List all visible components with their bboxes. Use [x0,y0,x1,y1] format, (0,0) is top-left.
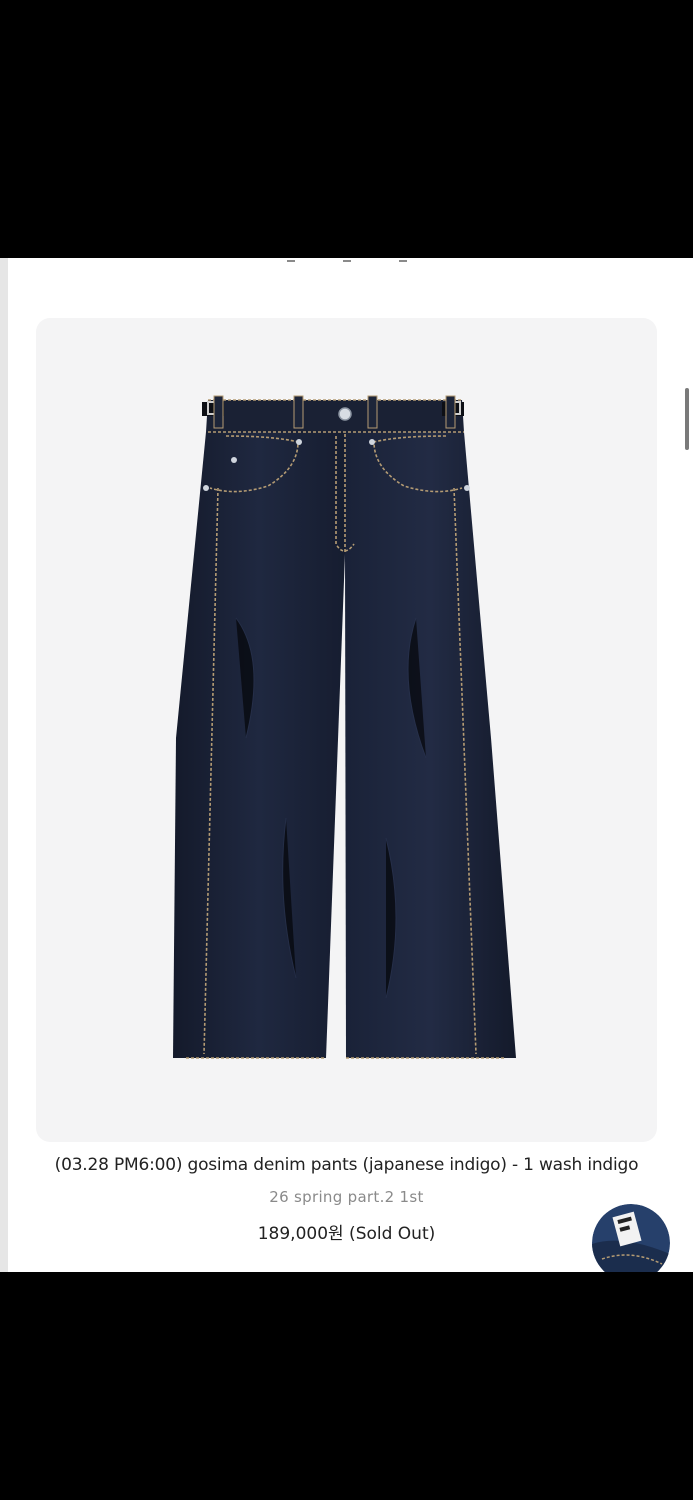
product-price: 189,000원 (Sold Out) [257,1224,436,1244]
product-info: (03.28 PM6:00) gosima denim pants (japan… [0,1155,693,1244]
previous-item-text-fragment [0,258,693,262]
product-card[interactable] [36,318,657,1142]
chat-widget-icon[interactable] [592,1204,670,1272]
left-edge-divider [0,258,8,1272]
scrollbar[interactable] [685,388,689,450]
product-collection: 26 spring part.2 1st [269,1188,424,1206]
page-viewport: (03.28 PM6:00) gosima denim pants (japan… [0,258,693,1272]
denim-pants-photo[interactable] [36,318,657,1142]
product-name[interactable]: (03.28 PM6:00) gosima denim pants (japan… [0,1155,693,1175]
